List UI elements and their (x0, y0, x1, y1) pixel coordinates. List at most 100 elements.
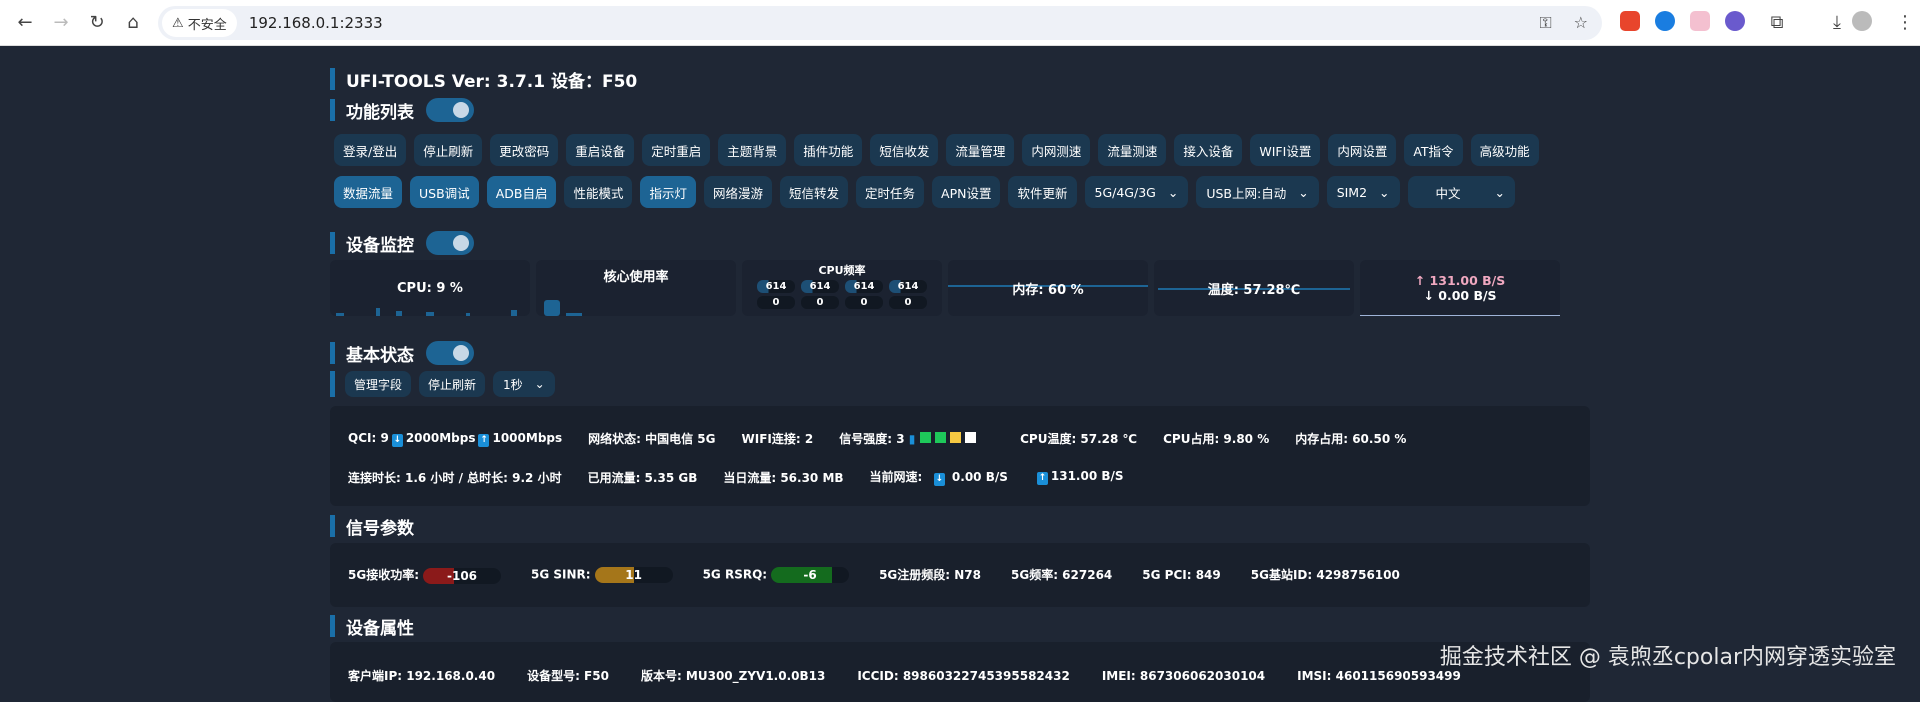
section-title: 设备监控 (346, 231, 414, 256)
rsrq-bar: -6 (771, 567, 849, 583)
basic-status-panel: QCI: 9↓2000Mbps↑1000Mbps 网络状态: 中国电信 5G W… (330, 406, 1590, 506)
function-button[interactable]: 内网测速 (1022, 134, 1090, 166)
cpu-sparkline (336, 302, 526, 316)
star-icon[interactable]: ☆ (1574, 13, 1588, 33)
current-up: 131.00 B/S (1051, 469, 1124, 483)
function-button[interactable]: WIFI设置 (1250, 134, 1320, 166)
function-button[interactable]: APN设置 (932, 176, 1000, 208)
function-button[interactable]: 定时任务 (856, 176, 924, 208)
sinr-bar: 11 (595, 567, 673, 583)
function-button[interactable]: USB调试 (410, 176, 479, 208)
rsrq-label: 5G RSRQ: (703, 567, 768, 581)
function-button[interactable]: 网络漫游 (704, 176, 772, 208)
section-title: 基本状态 (346, 341, 414, 366)
function-buttons-row1: 登录/登出停止刷新更改密码重启设备定时重启主题背景插件功能短信收发流量管理内网测… (334, 134, 1539, 166)
function-button[interactable]: 重启设备 (566, 134, 634, 166)
max-down: 2000Mbps (406, 431, 476, 445)
download-speed: ↓ 0.00 B/S (1423, 288, 1496, 303)
back-icon[interactable]: ← (14, 12, 36, 33)
connection-duration: 连接时长: 1.6 小时 / 总时长: 9.2 小时 (348, 469, 562, 486)
arrow-up-icon: ↑ (478, 434, 489, 447)
function-button[interactable]: 短信转发 (780, 176, 848, 208)
current-down: 0.00 B/S (952, 470, 1008, 484)
function-button[interactable]: 登录/登出 (334, 134, 406, 166)
chevron-down-icon: ⌄ (1168, 185, 1178, 200)
today-traffic: 当日流量: 56.30 MB (723, 469, 843, 486)
core-frequency: 614 (757, 280, 795, 293)
function-button[interactable]: 更改密码 (490, 134, 558, 166)
signal-bars-icon: ▮ (909, 432, 916, 446)
manage-fields-button[interactable]: 管理字段 (345, 371, 411, 397)
function-button[interactable]: 短信收发 (870, 134, 938, 166)
memory-card: 内存: 60 % (948, 260, 1148, 316)
function-button[interactable]: 定时重启 (642, 134, 710, 166)
function-button[interactable]: AT指令 (1404, 134, 1462, 166)
core-usage-card: 核心使用率 (536, 260, 736, 316)
reload-icon[interactable]: ↻ (86, 12, 108, 33)
network-status: 网络状态: 中国电信 5G (588, 430, 715, 447)
function-button[interactable]: 高级功能 (1471, 134, 1539, 166)
function-button[interactable]: 指示灯 (640, 176, 696, 208)
used-traffic: 已用流量: 5.35 GB (588, 469, 698, 486)
extension-icon[interactable] (1655, 11, 1675, 31)
function-button[interactable]: 性能模式 (564, 176, 632, 208)
select-value: USB上网:自动 (1206, 183, 1286, 202)
function-button[interactable]: ADB自启 (487, 176, 557, 208)
section-monitor: 设备监控 (330, 232, 474, 254)
function-button[interactable]: 流量测速 (1098, 134, 1166, 166)
dropdown-select[interactable]: 5G/4G/3G⌄ (1085, 176, 1189, 208)
dropdown-select[interactable]: SIM2⌄ (1327, 176, 1400, 208)
key-icon[interactable]: ⚿ (1539, 13, 1551, 33)
menu-icon[interactable]: ⋮ (1894, 12, 1916, 33)
iccid: ICCID: 89860322745395582432 (857, 669, 1069, 683)
rsrp-bar: -106 (423, 568, 501, 584)
rsrq-value: -6 (771, 567, 849, 583)
function-button[interactable]: 内网设置 (1328, 134, 1396, 166)
memory-usage: 内存: 60 % (1012, 279, 1083, 298)
cpu-temp: CPU温度: 57.28 ℃ (1020, 430, 1137, 447)
section-title: 设备属性 (346, 614, 414, 639)
arrow-up-icon: ↑ (1037, 472, 1048, 485)
section-basic: 基本状态 (330, 342, 474, 364)
cpu-card: CPU: 9 % (330, 260, 530, 316)
dropdown-select[interactable]: 中文⌄ (1408, 176, 1516, 208)
avatar[interactable] (1852, 11, 1872, 31)
basic-toggle[interactable] (426, 341, 474, 365)
monitor-toggle[interactable] (426, 231, 474, 255)
puzzle-icon[interactable]: ⧉ (1766, 12, 1788, 33)
address-bar[interactable]: ⚠ 不安全 192.168.0.1:2333 ⚿ ☆ (158, 6, 1602, 40)
function-button[interactable]: 数据流量 (334, 176, 402, 208)
core-usage: 0 (889, 296, 927, 309)
watermark: 掘金技术社区 @ 袁煦丞cpolar内网穿透实验室 (1440, 639, 1896, 671)
function-button[interactable]: 插件功能 (794, 134, 862, 166)
function-button[interactable]: 流量管理 (946, 134, 1014, 166)
select-value: 中文 (1436, 183, 1461, 202)
security-label: 不安全 (188, 14, 227, 33)
wifi-connections: WIFI连接: 2 (742, 430, 814, 447)
forward-icon[interactable]: → (50, 12, 72, 33)
function-button[interactable]: 接入设备 (1174, 134, 1242, 166)
extension-icon[interactable] (1620, 11, 1640, 31)
dropdown-select[interactable]: USB上网:自动⌄ (1196, 176, 1318, 208)
url-text[interactable]: 192.168.0.1:2333 (249, 14, 383, 32)
bilibili-extension-icon[interactable] (1690, 11, 1710, 31)
section-functions: 功能列表 (330, 99, 474, 121)
download-icon[interactable]: ⤓ (1826, 12, 1848, 33)
arrow-down-icon: ↓ (392, 434, 403, 447)
imei: IMEI: 867306062030104 (1102, 669, 1265, 683)
sinr-label: 5G SINR: (531, 567, 591, 581)
function-button[interactable]: 停止刷新 (414, 134, 482, 166)
current-speed-label: 当前网速: (870, 470, 923, 484)
refresh-interval-select[interactable]: 1秒⌄ (493, 371, 555, 397)
extension-icon[interactable] (1725, 11, 1745, 31)
security-indicator[interactable]: ⚠ 不安全 (162, 9, 237, 37)
stop-refresh-button[interactable]: 停止刷新 (419, 371, 485, 397)
function-button[interactable]: 软件更新 (1008, 176, 1076, 208)
functions-toggle[interactable] (426, 98, 474, 122)
section-title: 功能列表 (346, 98, 414, 123)
temperature-card: 温度: 57.28℃ (1154, 260, 1354, 316)
function-buttons-row2: 数据流量USB调试ADB自启性能模式指示灯网络漫游短信转发定时任务APN设置软件… (334, 176, 1515, 208)
home-icon[interactable]: ⌂ (122, 12, 144, 33)
function-button[interactable]: 主题背景 (718, 134, 786, 166)
upload-speed: ↑ 131.00 B/S (1415, 273, 1506, 288)
